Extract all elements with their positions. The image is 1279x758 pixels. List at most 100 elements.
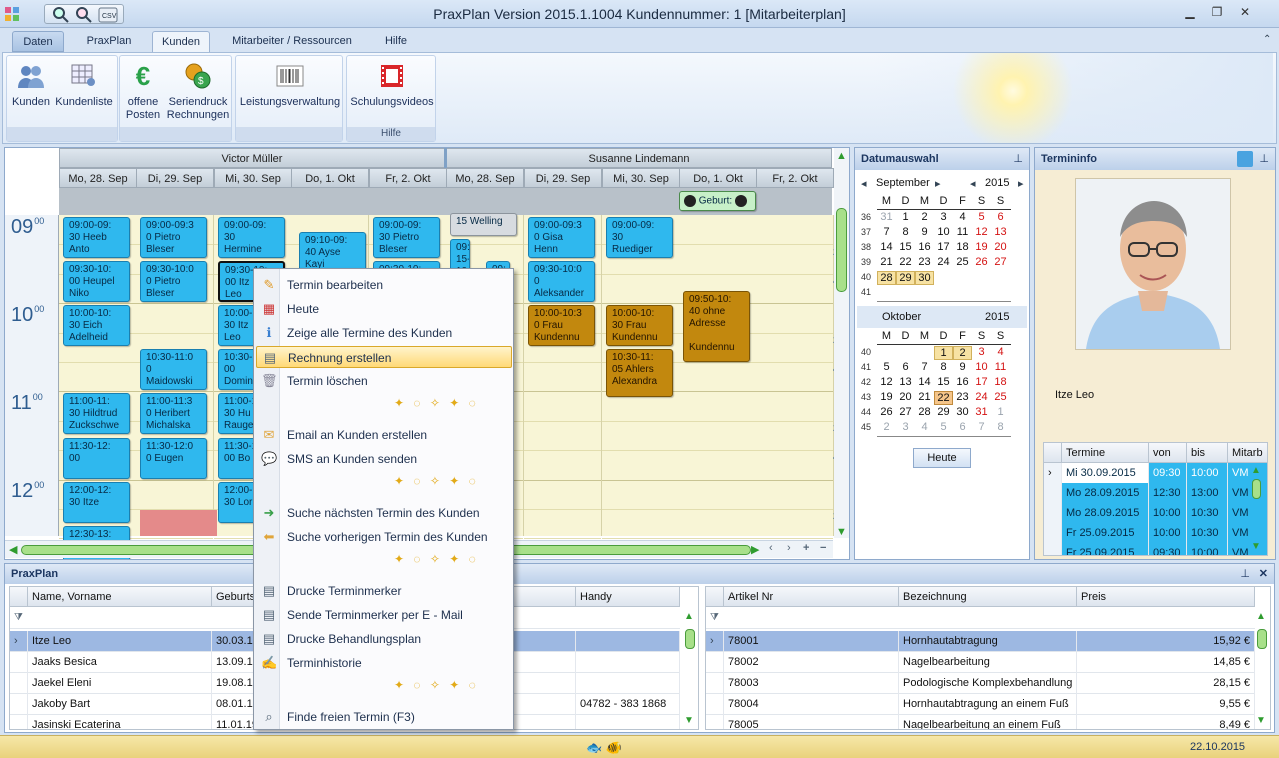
calendar-day[interactable]: 21: [915, 391, 934, 403]
appointment[interactable]: 09:00-09:3 0 Pietro Bleser: [140, 217, 207, 258]
appointment[interactable]: 11:00-11:3 0 Heribert Michalska: [140, 393, 207, 434]
calendar-day[interactable]: 9: [915, 226, 934, 238]
filter-row[interactable]: [706, 607, 1255, 629]
calendar-day[interactable]: 26: [877, 406, 896, 418]
grid-header[interactable]: Name, Vorname: [28, 587, 212, 607]
calendar-day[interactable]: 10: [934, 226, 953, 238]
calendar-day[interactable]: 14: [877, 241, 896, 253]
context-menu-item[interactable]: ▤ Drucke Behandlungsplan: [256, 628, 512, 650]
grid-row[interactable]: › 78001 Hornhautabtragung 15,92 €: [706, 631, 1255, 652]
contact-icon[interactable]: [1237, 151, 1253, 167]
day-header[interactable]: Mo, 28. Sep: [59, 168, 137, 188]
pin-icon[interactable]: ⊥: [1240, 567, 1250, 580]
scroll-thumb[interactable]: [836, 208, 847, 292]
context-menu-item[interactable]: ➜ Suche nächsten Termin des Kunden: [256, 502, 512, 524]
calendar-day[interactable]: 26: [972, 256, 991, 268]
tab-mitarbeiter[interactable]: Mitarbeiter / Ressourcen: [226, 31, 358, 52]
calendar-day[interactable]: 3: [896, 421, 915, 433]
grid-header[interactable]: Termine: [1062, 443, 1149, 463]
vertical-scrollbar[interactable]: ▲ ▼: [834, 148, 849, 538]
grid-header[interactable]: Artikel Nr: [724, 587, 899, 607]
scroll-left-icon[interactable]: ◀: [9, 543, 17, 556]
day-header[interactable]: Fr, 2. Okt: [756, 168, 834, 188]
context-menu-item[interactable]: ▤ Rechnung erstellen: [256, 346, 512, 368]
grid-header[interactable]: Bezeichnung: [899, 587, 1077, 607]
calendar-day[interactable]: 28: [877, 271, 896, 285]
grid-row[interactable]: 78002 Nagelbearbeitung 14,85 €: [706, 652, 1255, 673]
calendar-day[interactable]: 22: [896, 256, 915, 268]
calendar-day[interactable]: 6: [991, 211, 1010, 223]
appointment[interactable]: 09:10-09: 40 Ayse Kayi: [299, 232, 366, 273]
calendar-day[interactable]: 7: [877, 226, 896, 238]
kunden-button[interactable]: Kunden: [9, 60, 53, 109]
calendar-day[interactable]: 25: [953, 256, 972, 268]
calendar-day[interactable]: 12: [877, 376, 896, 388]
grid-row[interactable]: 78005 Nagelbearbeitung an einem Fuß 8,49 €: [706, 715, 1255, 729]
calendar-day[interactable]: 8: [934, 361, 953, 373]
calendar-day[interactable]: 24: [972, 391, 991, 403]
calendar-day[interactable]: 6: [953, 421, 972, 433]
seriendruck-button[interactable]: $ Seriendruck Rechnungen: [166, 60, 230, 122]
calendar-day[interactable]: 5: [877, 361, 896, 373]
calendar-day[interactable]: 28: [915, 406, 934, 418]
calendar-day[interactable]: 11: [991, 361, 1010, 373]
tab-hilfe[interactable]: Hilfe: [372, 31, 420, 52]
calendar-day[interactable]: 23: [915, 256, 934, 268]
calendar-day[interactable]: 14: [915, 376, 934, 388]
calendar-day[interactable]: 2: [915, 211, 934, 223]
calendar-day[interactable]: 19: [877, 391, 896, 403]
day-header[interactable]: Di, 29. Sep: [136, 168, 214, 188]
calendar-day[interactable]: 31: [877, 211, 896, 223]
grid-header[interactable]: von: [1149, 443, 1187, 463]
schulungsvideos-button[interactable]: Schulungsvideos: [349, 60, 435, 109]
calendar-day[interactable]: 12: [972, 226, 991, 238]
offene-posten-button[interactable]: € offene Posten: [122, 60, 164, 122]
day-column[interactable]: [679, 215, 757, 539]
calendar-day[interactable]: 8: [896, 226, 915, 238]
appointment[interactable]: 09:00-09: 30 Heeb Anto: [63, 217, 130, 258]
pin-icon[interactable]: ⊥: [1259, 152, 1269, 165]
calendar-day[interactable]: 29: [934, 406, 953, 418]
calendar-day[interactable]: 20: [991, 241, 1010, 253]
context-menu-item[interactable]: 💬 SMS an Kunden senden: [256, 448, 512, 470]
context-menu-item[interactable]: 🗑 Termin löschen: [256, 370, 512, 392]
day-header[interactable]: Mi, 30. Sep: [602, 168, 680, 188]
termine-row[interactable]: Fr 25.09.2015 09:30 10:00 VM: [1044, 543, 1267, 555]
appointment[interactable]: 09:30-10: 00 Heupel Niko: [63, 261, 130, 302]
nav-prev-icon[interactable]: ‹: [769, 542, 773, 554]
calendar-day[interactable]: 1: [896, 211, 915, 223]
calendar-day[interactable]: 21: [877, 256, 896, 268]
calendar-day[interactable]: 18: [991, 376, 1010, 388]
grid-header[interactable]: Handy: [576, 587, 680, 607]
appointment[interactable]: 15 Welling: [450, 213, 517, 236]
ti-scroll-thumb[interactable]: [1252, 479, 1261, 499]
close-icon[interactable]: ✕: [1235, 5, 1255, 21]
calendar-day[interactable]: 3: [934, 211, 953, 223]
calendar-day[interactable]: 17: [934, 241, 953, 253]
leistungsverwaltung-button[interactable]: Leistungsverwaltung: [238, 60, 342, 109]
next-month-icon[interactable]: ▸: [1018, 177, 1024, 190]
calendar-day[interactable]: 16: [915, 241, 934, 253]
day-header[interactable]: Mo, 28. Sep: [446, 168, 524, 188]
calendar-day[interactable]: 1: [991, 406, 1010, 418]
calendar-day[interactable]: 6: [896, 361, 915, 373]
collapse-ribbon-icon[interactable]: ⌃: [1263, 34, 1271, 45]
appointment[interactable]: 12:00-12: 30 Itze: [63, 482, 130, 523]
calendar-day[interactable]: 15: [896, 241, 915, 253]
kundenliste-button[interactable]: Kundenliste: [53, 60, 115, 109]
calendar-day[interactable]: 30: [953, 406, 972, 418]
scroll-down-icon[interactable]: ▼: [836, 526, 847, 538]
calendar-day[interactable]: 30: [915, 271, 934, 285]
appointment[interactable]: 10:00-10:3 0 Frau Kundennu: [528, 305, 595, 346]
calendar-day[interactable]: 13: [896, 376, 915, 388]
calendar-day[interactable]: 24: [934, 256, 953, 268]
restore-icon[interactable]: ❐: [1207, 5, 1227, 21]
tab-kunden[interactable]: Kunden: [152, 31, 210, 52]
minimize-icon[interactable]: ▁: [1180, 5, 1200, 21]
calendar-day[interactable]: 10: [972, 361, 991, 373]
calendar-day[interactable]: 4: [953, 211, 972, 223]
calendar-day[interactable]: 29: [896, 271, 915, 285]
scroll-right-icon[interactable]: ▶: [751, 543, 759, 556]
tab-praxplan[interactable]: PraxPlan: [78, 31, 140, 52]
context-menu-item[interactable]: ⬅ Suche vorherigen Termin des Kunden: [256, 526, 512, 548]
